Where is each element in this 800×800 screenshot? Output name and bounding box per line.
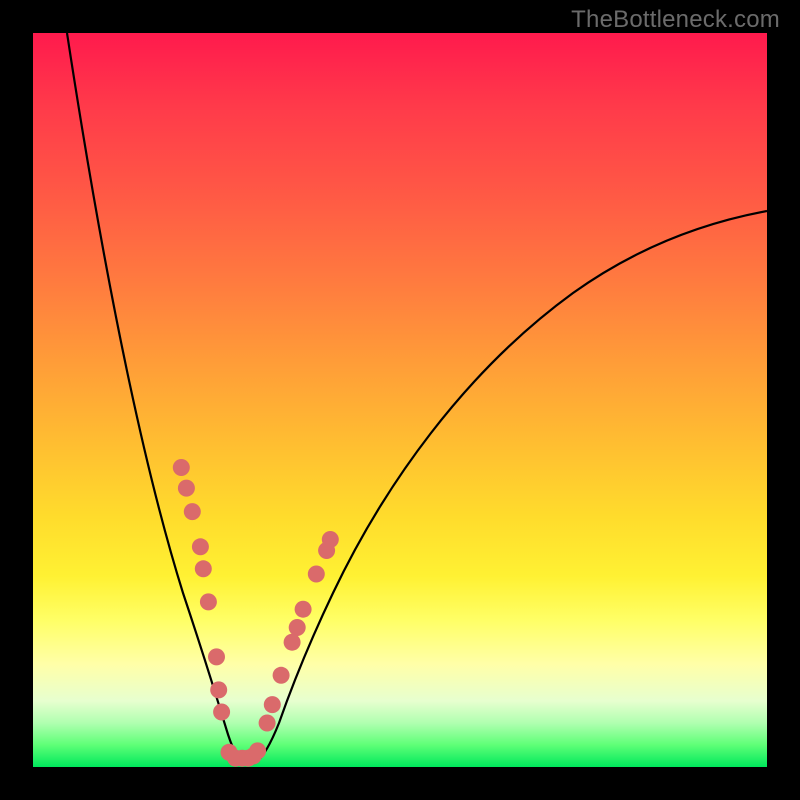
chart-svg — [33, 33, 767, 767]
curve-marker — [284, 634, 301, 651]
curve-marker — [213, 704, 230, 721]
curve-marker — [200, 593, 217, 610]
watermark-text: TheBottleneck.com — [571, 6, 780, 34]
curve-marker — [195, 560, 212, 577]
bottleneck-curve — [67, 33, 767, 763]
curve-marker — [259, 715, 276, 732]
curve-marker — [192, 538, 209, 555]
curve-marker — [208, 648, 225, 665]
plot-area — [33, 33, 767, 767]
curve-marker — [308, 566, 325, 583]
curve-marker — [184, 503, 201, 520]
curve-marker — [264, 696, 281, 713]
curve-marker — [322, 531, 339, 548]
curve-markers — [173, 459, 339, 767]
curve-marker — [210, 681, 227, 698]
curve-marker — [178, 480, 195, 497]
curve-marker — [173, 459, 190, 476]
curve-marker — [295, 601, 312, 618]
curve-marker — [249, 742, 266, 759]
curve-marker — [289, 619, 306, 636]
curve-marker — [273, 667, 290, 684]
